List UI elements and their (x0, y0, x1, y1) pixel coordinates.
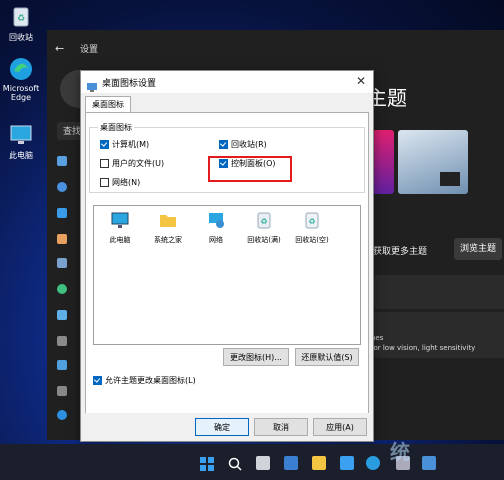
checkbox-user-files[interactable]: 用户的文件(U) (100, 158, 164, 169)
settings-row[interactable] (357, 275, 504, 309)
list-item[interactable]: 系统之家 (146, 211, 190, 245)
nav-accessibility-icon[interactable] (57, 360, 67, 370)
computer-icon (111, 211, 129, 229)
settings-row-text: for low vision, light sensitivity (371, 344, 476, 352)
nav-network-icon[interactable] (57, 208, 67, 218)
list-item-label: 网络 (209, 236, 223, 244)
computer-icon (8, 122, 34, 148)
svg-text:♻: ♻ (17, 14, 25, 24)
recycle-bin-empty-icon: ♻ (303, 211, 321, 229)
checkbox-label: 计算机(M) (112, 140, 150, 149)
ok-button[interactable]: 确定 (195, 418, 249, 436)
checkbox-network[interactable]: 网络(N) (100, 177, 140, 188)
settings-row[interactable]: nes for low vision, light sensitivity (357, 312, 504, 358)
nav-time-icon[interactable] (57, 310, 67, 320)
dialog-title: 桌面图标设置 (102, 79, 157, 89)
change-icon-button[interactable]: 更改图标(H)... (223, 348, 289, 366)
checkbox-box[interactable] (100, 159, 109, 168)
recycle-bin-full-icon: ♻ (255, 211, 273, 229)
list-item-label: 系统之家 (154, 236, 182, 244)
desktop-icon-recycle-bin[interactable]: ♻ 回收站 (2, 4, 40, 43)
start-icon[interactable] (200, 456, 214, 471)
cancel-button[interactable]: 取消 (254, 418, 308, 436)
store-icon[interactable] (340, 456, 354, 470)
list-item[interactable]: 此电脑 (98, 211, 142, 245)
checkbox-label: 允许主题更改桌面图标(L) (105, 376, 196, 385)
highlight-box (208, 156, 292, 182)
desktop-icon-label: 回收站 (9, 33, 33, 42)
svg-text:♻: ♻ (308, 217, 315, 226)
task-view-icon[interactable] (256, 456, 270, 470)
get-more-themes-label: 获取更多主题 (373, 247, 428, 257)
recycle-bin-icon: ♻ (8, 4, 34, 30)
checkbox-label: 用户的文件(U) (112, 159, 165, 168)
checkbox-allow-themes[interactable]: 允许主题更改桌面图标(L) (93, 375, 196, 386)
file-explorer-icon[interactable] (312, 456, 326, 470)
network-icon (207, 211, 225, 229)
dialog-titlebar[interactable]: 桌面图标设置 ✕ (81, 71, 373, 93)
desktop-icon-settings-taskbar-icon[interactable] (422, 456, 436, 470)
desktop-icon-edge[interactable]: Microsoft Edge (2, 56, 40, 102)
checkbox-box[interactable] (93, 376, 102, 385)
close-icon[interactable]: ✕ (353, 73, 369, 89)
list-item[interactable]: ♻ 回收站(满) (242, 211, 286, 245)
nav-gaming-icon[interactable] (57, 336, 67, 346)
dialog-app-icon (87, 77, 97, 92)
nav-system-icon[interactable] (57, 156, 67, 166)
list-item[interactable]: 网络 (194, 211, 238, 245)
watermark: 统 (390, 440, 410, 464)
checkbox-label: 网络(N) (112, 178, 141, 187)
nav-personalization-icon[interactable] (57, 234, 67, 244)
taskbar (0, 444, 504, 480)
edge-icon (8, 56, 34, 82)
svg-text:♻: ♻ (260, 217, 267, 226)
list-item[interactable]: ♻ 回收站(空) (290, 211, 334, 245)
nav-privacy-icon[interactable] (57, 386, 67, 396)
settings-title: 设置 (80, 45, 99, 55)
desktop-icon-computer[interactable]: 此电脑 (2, 122, 40, 161)
folder-icon (159, 211, 177, 229)
edge-icon[interactable] (366, 456, 380, 470)
checkbox-box[interactable] (100, 178, 109, 187)
widgets-icon[interactable] (284, 456, 298, 470)
back-arrow-icon[interactable]: ← (55, 42, 64, 55)
list-item-label: 回收站(满) (247, 236, 281, 244)
nav-bluetooth-icon[interactable] (57, 182, 67, 192)
list-item-label: 此电脑 (109, 236, 131, 244)
theme-thumbnail[interactable] (398, 130, 468, 194)
tab-desktop-icons[interactable]: 桌面图标 (85, 96, 131, 112)
checkbox-box[interactable] (219, 140, 228, 149)
icon-list[interactable]: 此电脑 系统之家 网络 ♻ 回收站(满) ♻ 回收站(空) (93, 205, 361, 345)
list-item-label: 回收站(空) (295, 236, 329, 244)
nav-apps-icon[interactable] (57, 258, 67, 268)
checkbox-label: 回收站(R) (231, 140, 267, 149)
search-icon[interactable] (228, 456, 242, 471)
nav-accounts-icon[interactable] (57, 284, 67, 294)
checkbox-box[interactable] (100, 140, 109, 149)
desktop-icon-label: Microsoft Edge (2, 84, 40, 102)
checkbox-computer[interactable]: 计算机(M) (100, 139, 149, 150)
checkbox-recycle-bin[interactable]: 回收站(R) (219, 139, 267, 150)
apply-button[interactable]: 应用(A) (313, 418, 367, 436)
desktop-icon-settings-dialog: 桌面图标设置 ✕ 桌面图标 桌面图标 计算机(M) 回收站(R) 用户的文件(U… (80, 70, 374, 442)
nav-update-icon[interactable] (57, 410, 67, 420)
desktop-icon-label: 此电脑 (9, 151, 33, 160)
theme-thumbnail[interactable] (372, 130, 394, 194)
restore-default-button[interactable]: 还原默认值(S) (295, 348, 359, 366)
browse-themes-button[interactable]: 浏览主题 (454, 238, 502, 260)
group-label: 桌面图标 (98, 122, 134, 133)
